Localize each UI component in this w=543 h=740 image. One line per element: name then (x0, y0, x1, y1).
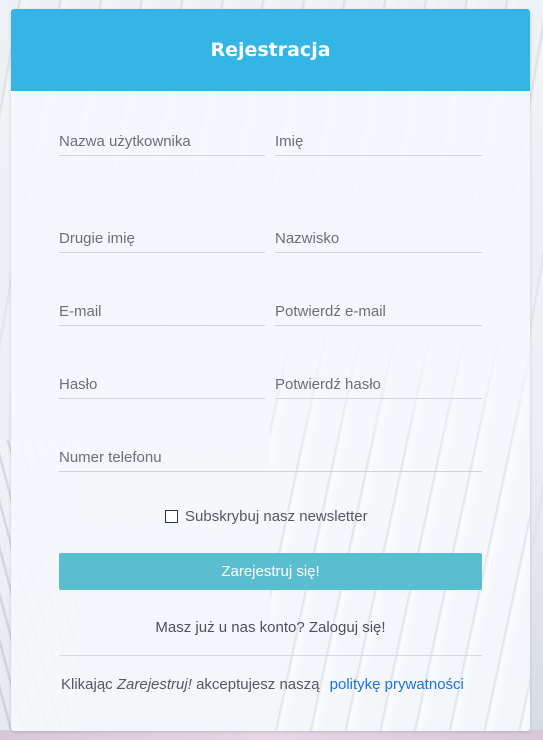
email-confirm-field[interactable] (275, 298, 482, 326)
password-confirm-field[interactable] (275, 371, 482, 399)
email-confirm-input[interactable] (275, 303, 482, 320)
middle-name-field[interactable] (59, 225, 265, 253)
terms-prefix: Klikając (61, 676, 113, 693)
phone-input[interactable] (59, 449, 482, 466)
checkbox-unchecked-icon[interactable] (165, 510, 178, 523)
login-text: Masz już u nas konto? (155, 619, 305, 636)
email-field[interactable] (59, 298, 265, 326)
terms-middle: akceptujesz naszą (196, 676, 320, 693)
last-name-input[interactable] (275, 230, 482, 247)
phone-field[interactable] (59, 444, 482, 472)
divider (59, 655, 482, 656)
bottom-decoration (0, 730, 543, 740)
registration-card: Rejestracja Subskrybuj nasz newsletter Z… (11, 9, 530, 731)
card-header: Rejestracja (11, 9, 530, 91)
first-name-field[interactable] (275, 128, 482, 156)
page-title: Rejestracja (210, 39, 331, 61)
password-input[interactable] (59, 376, 265, 393)
newsletter-label: Subskrybuj nasz newsletter (185, 508, 368, 525)
middle-name-input[interactable] (59, 230, 265, 247)
privacy-policy-link[interactable]: politykę prywatności (330, 676, 464, 693)
terms-notice: Klikając Zarejestruj! akceptujesz naszą … (61, 676, 501, 693)
terms-action: Zarejestruj! (116, 676, 192, 693)
first-name-input[interactable] (275, 133, 482, 150)
email-input[interactable] (59, 303, 265, 320)
username-input[interactable] (59, 133, 265, 150)
login-link[interactable]: Zaloguj się! (309, 619, 386, 636)
password-field[interactable] (59, 371, 265, 399)
register-button[interactable]: Zarejestruj się! (59, 553, 482, 590)
last-name-field[interactable] (275, 225, 482, 253)
password-confirm-input[interactable] (275, 376, 482, 393)
login-prompt: Masz już u nas konto? Zaloguj się! (11, 619, 530, 636)
username-field[interactable] (59, 128, 265, 156)
newsletter-option[interactable]: Subskrybuj nasz newsletter (165, 508, 368, 525)
